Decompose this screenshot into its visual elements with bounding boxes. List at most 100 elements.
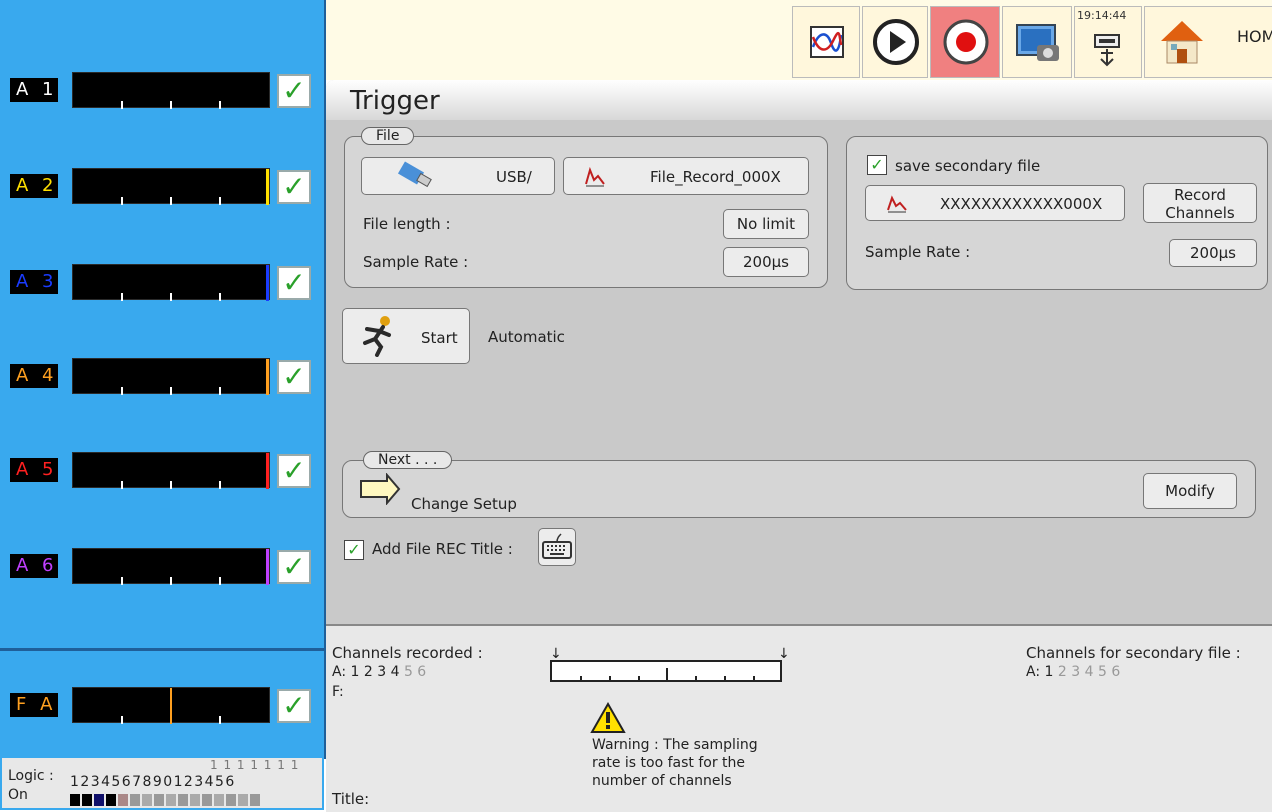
f-channels-label: F:: [332, 684, 344, 700]
channel-label: A 1: [10, 78, 58, 102]
record-channels-button[interactable]: Record Channels: [1143, 183, 1257, 223]
channel-level-bar: [72, 264, 270, 301]
channel-enable-checkbox[interactable]: ✓: [277, 689, 311, 723]
channel-enable-checkbox[interactable]: ✓: [277, 360, 311, 394]
channel-level-bar: [72, 168, 270, 205]
file-chart-icon: [887, 195, 907, 213]
add-title-label: Add File REC Title :: [372, 540, 513, 558]
start-label: Start: [421, 329, 458, 347]
channel-enable-checkbox[interactable]: ✓: [277, 454, 311, 488]
channel-enable-checkbox[interactable]: ✓: [277, 74, 311, 108]
file-name: File_Record_000X: [650, 168, 781, 186]
next-group: Next . . . Change Setup Modify: [342, 451, 1256, 518]
secondary-sample-rate-button[interactable]: 200µs: [1169, 239, 1257, 267]
usb-stick-icon: [397, 161, 432, 188]
sampling-warning: Warning : The sampling rate is too fast …: [592, 737, 758, 789]
add-title-checkbox[interactable]: ✓: [344, 540, 364, 560]
secondary-channels-list: A: 1 2 3 4 5 6: [1026, 664, 1121, 680]
arrow-right-icon: [360, 473, 401, 505]
status-area: Channels recorded : A: 1 2 3 4 5 6 F: ↓ …: [326, 624, 1272, 812]
runner-icon: [363, 316, 391, 357]
screenshot-icon: [1016, 24, 1059, 61]
panel-header: Trigger: [326, 80, 1272, 120]
sample-rate-label: Sample Rate :: [363, 253, 469, 271]
usb-memory-icon: [1094, 34, 1120, 67]
secondary-inactive: 2 3 4 5 6: [1057, 664, 1121, 680]
secondary-file-name-button[interactable]: XXXXXXXXXXXX000X: [865, 185, 1125, 221]
next-group-legend: Next . . .: [363, 451, 453, 469]
record-channels-line1: Record: [1174, 186, 1226, 204]
channel-row-fa[interactable]: F A ✓: [0, 687, 324, 727]
logic-digits: 1 2 3 4 5 6 7 8 9 0 1 2 3 4 5 6: [70, 774, 235, 790]
channel-enable-checkbox[interactable]: ✓: [277, 550, 311, 584]
channel-label: A 4: [10, 364, 58, 388]
secondary-file-name: XXXXXXXXXXXX000X: [940, 195, 1103, 213]
channels-recorded-label: Channels recorded :: [332, 644, 483, 662]
keyboard-button[interactable]: [538, 528, 576, 566]
buffer-gauge: [550, 660, 782, 682]
chart-icon: [810, 26, 844, 58]
channel-level-bar: [72, 452, 270, 489]
usb-label: USB/: [496, 168, 532, 186]
file-length-label: File length :: [363, 215, 451, 233]
channel-row-a5[interactable]: A 5 ✓: [0, 452, 324, 492]
home-button[interactable]: HOM: [1144, 6, 1272, 78]
channel-row-a1[interactable]: A 1 ✓: [0, 72, 324, 112]
modify-button[interactable]: Modify: [1143, 473, 1237, 509]
home-label: HOM: [1237, 27, 1272, 46]
record-icon: [943, 19, 989, 65]
channels-recorded-list: A: 1 2 3 4 5 6: [332, 664, 427, 680]
start-mode-value: Automatic: [488, 328, 565, 346]
channel-level-bar: [72, 687, 270, 724]
logic-label: Logic :: [8, 768, 54, 784]
play-icon: [873, 19, 919, 65]
usb-destination-button[interactable]: USB/: [361, 157, 555, 195]
sample-rate-button[interactable]: 200µs: [723, 247, 809, 277]
file-chart-icon: [585, 166, 605, 187]
play-button[interactable]: [862, 6, 928, 78]
trigger-panel: Trigger File USB/ File_Record_000X File …: [326, 80, 1272, 624]
logic-channel-indicators: [70, 794, 320, 806]
waveform-view-button[interactable]: [792, 6, 860, 78]
usb-status[interactable]: 19:14:44: [1074, 6, 1142, 78]
recorded-active: 1 2 3 4: [350, 664, 400, 680]
warning-icon: [590, 702, 626, 733]
clock: 19:14:44: [1077, 9, 1127, 22]
channel-row-a4[interactable]: A 4 ✓: [0, 358, 324, 398]
record-button[interactable]: [930, 6, 1000, 78]
function-channel-panel: F A ✓: [0, 648, 326, 759]
screenshot-button[interactable]: [1002, 6, 1072, 78]
logic-panel[interactable]: Logic : On 1 1 1 1 1 1 1 1 2 3 4 5 6 7 8…: [0, 756, 324, 810]
start-mode-button[interactable]: Start: [342, 308, 470, 364]
channel-enable-checkbox[interactable]: ✓: [277, 266, 311, 300]
channel-label: F A: [10, 693, 58, 717]
home-icon: [1161, 21, 1203, 64]
save-secondary-checkbox[interactable]: ✓: [867, 155, 887, 175]
file-group-legend: File: [361, 127, 415, 145]
channel-label: A 5: [10, 458, 58, 482]
channel-level-bar: [72, 548, 270, 585]
file-length-button[interactable]: No limit: [723, 209, 809, 239]
logic-state: On: [8, 787, 28, 803]
channel-enable-checkbox[interactable]: ✓: [277, 170, 311, 204]
page-title: Trigger: [350, 86, 440, 116]
channel-row-a2[interactable]: A 2 ✓: [0, 168, 324, 208]
keyboard-icon: [542, 533, 572, 559]
channel-sidebar: A 1 ✓ A 2 ✓ A 3 ✓ A 4 ✓ A 5 ✓ A 6 ✓: [0, 0, 326, 648]
channel-label: A 3: [10, 270, 58, 294]
channel-row-a3[interactable]: A 3 ✓: [0, 264, 324, 304]
secondary-channels-label: Channels for secondary file :: [1026, 644, 1241, 662]
save-secondary-label: save secondary file: [895, 157, 1041, 175]
channel-level-bar: [72, 72, 270, 109]
recorded-inactive: 5 6: [403, 664, 427, 680]
channel-label: A 2: [10, 174, 58, 198]
secondary-sample-rate-label: Sample Rate :: [865, 243, 971, 261]
channel-row-a6[interactable]: A 6 ✓: [0, 548, 324, 588]
change-setup-text: Change Setup: [411, 495, 517, 513]
secondary-file-group: ✓ save secondary file XXXXXXXXXXXX000X R…: [846, 136, 1268, 290]
file-name-button[interactable]: File_Record_000X: [563, 157, 809, 195]
toolbar: 19:14:44 HOM: [326, 0, 1272, 80]
file-group: File USB/ File_Record_000X File length :…: [344, 127, 828, 288]
record-channels-line2: Channels: [1165, 204, 1235, 222]
channel-level-bar: [72, 358, 270, 395]
